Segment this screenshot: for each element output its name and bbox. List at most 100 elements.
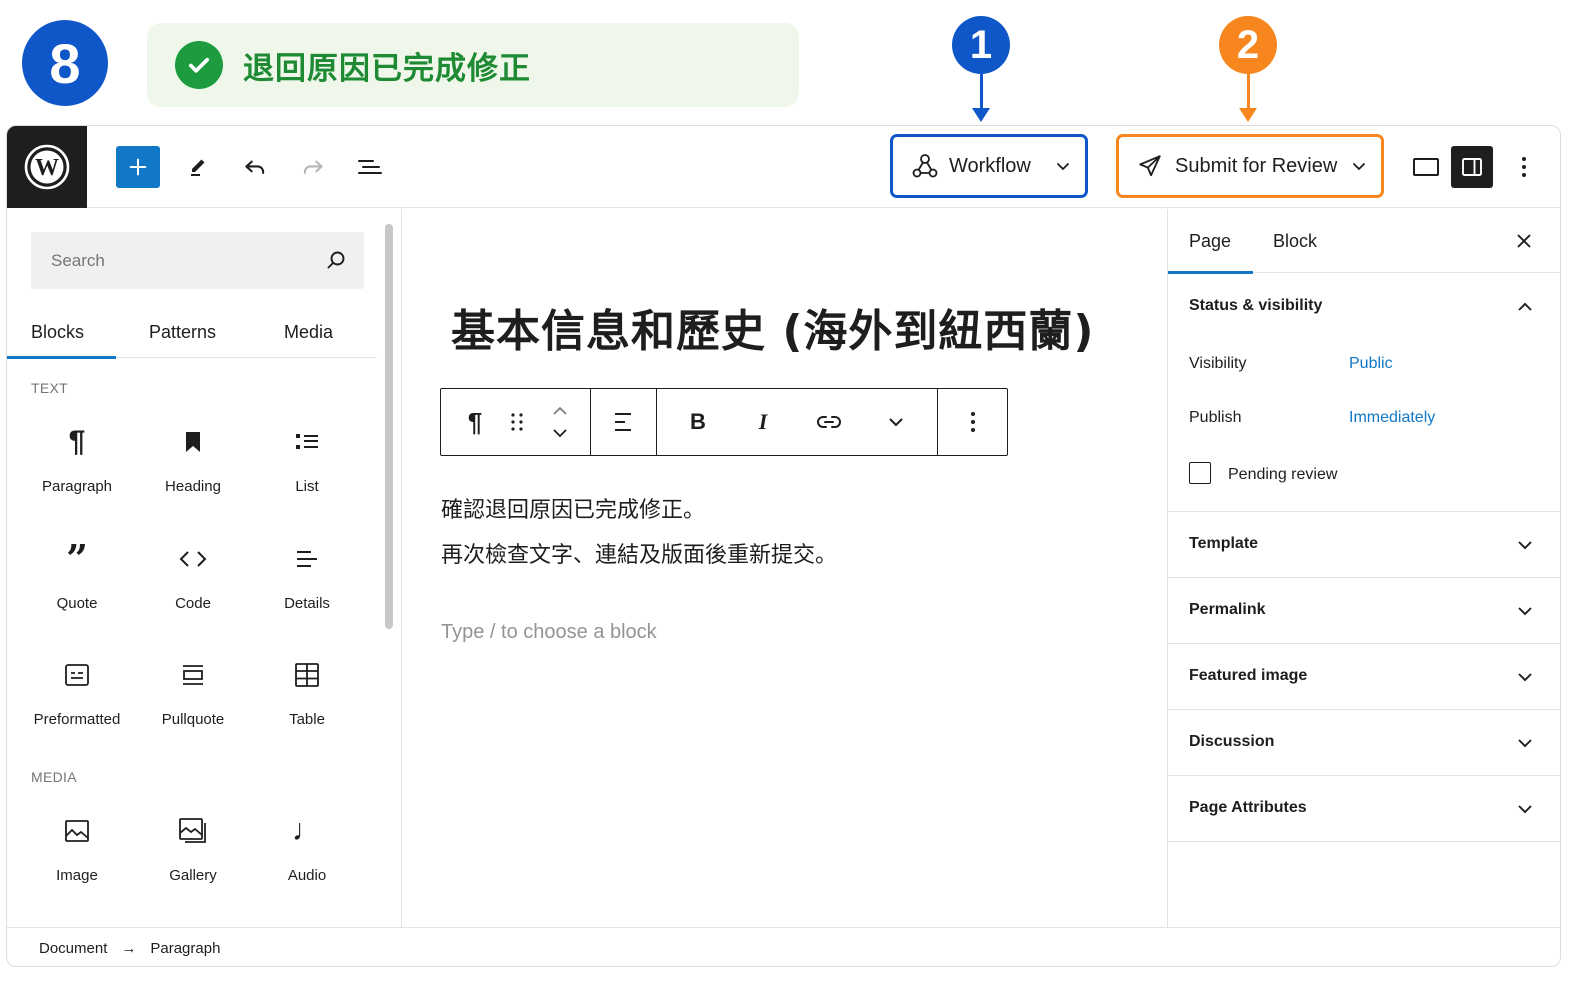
italic-label: I: [758, 409, 768, 434]
tab-block[interactable]: Block: [1273, 209, 1317, 273]
breadcrumb-document[interactable]: Document: [39, 940, 107, 957]
chevron-down-icon: [1351, 158, 1367, 174]
more-vertical-icon: [1522, 157, 1526, 177]
block-inserter-button[interactable]: [116, 146, 160, 188]
more-formatting-chevron-down-icon[interactable]: [876, 389, 916, 455]
undo-icon: [245, 160, 265, 174]
preview-button[interactable]: [1405, 146, 1447, 188]
chevron-up-icon[interactable]: [1516, 298, 1534, 316]
block-details[interactable]: Details: [249, 539, 365, 612]
discussion-title: Discussion: [1189, 733, 1275, 750]
breadcrumb-separator-arrow-icon: →: [121, 939, 137, 957]
block-table[interactable]: Table: [249, 655, 365, 728]
pullquote-icon: [135, 655, 251, 695]
discussion-panel[interactable]: Discussion: [1168, 710, 1560, 776]
featured-image-panel[interactable]: Featured image: [1168, 644, 1560, 710]
callout-2-number: 2: [1219, 16, 1277, 74]
desktop-view-icon: [1413, 158, 1439, 176]
search-icon: [327, 251, 345, 269]
paragraph-icon[interactable]: ¶: [455, 389, 495, 455]
block-label: Preformatted: [33, 711, 121, 728]
block-label: Gallery: [169, 867, 217, 884]
block-label: Quote: [56, 595, 98, 612]
block-appender-placeholder[interactable]: Type / to choose a block: [441, 621, 657, 644]
close-icon[interactable]: [1512, 229, 1536, 253]
status-visibility-title[interactable]: Status & visibility: [1189, 297, 1322, 315]
block-code[interactable]: Code: [135, 539, 251, 612]
block-list[interactable]: List: [249, 422, 365, 495]
wordpress-icon[interactable]: W: [7, 126, 87, 208]
paragraph-block-2[interactable]: 再次檢查文字、連結及版面後重新提交。: [441, 537, 837, 569]
pending-review-checkbox[interactable]: [1189, 462, 1211, 484]
block-gallery[interactable]: Gallery: [135, 811, 251, 884]
submit-for-review-button[interactable]: Submit for Review: [1116, 134, 1384, 198]
chevron-down-icon: [1516, 734, 1534, 752]
link-icon[interactable]: [809, 389, 849, 455]
list-view-icon: [358, 160, 382, 174]
notice-message: 退回原因已完成修正: [243, 50, 531, 87]
block-inserter-panel: Search Blocks Patterns Media TEXT ¶ Para…: [7, 209, 402, 927]
tab-blocks[interactable]: Blocks: [7, 306, 117, 359]
audio-icon: ♩: [292, 814, 322, 847]
block-label: Details: [284, 595, 330, 612]
svg-text:W: W: [35, 155, 59, 181]
block-audio[interactable]: ♩ Audio: [249, 811, 365, 884]
media-section-title: MEDIA: [31, 769, 77, 785]
publish-value-link[interactable]: Immediately: [1349, 409, 1435, 427]
workflow-dropdown-button[interactable]: Workflow: [890, 134, 1088, 198]
tab-patterns[interactable]: Patterns: [149, 306, 216, 358]
checkmark-icon: [175, 41, 223, 89]
settings-tabs: Page Block: [1167, 209, 1560, 274]
drag-handle-icon[interactable]: [497, 389, 537, 455]
block-preformatted[interactable]: Preformatted: [19, 655, 135, 728]
bold-button[interactable]: B: [678, 389, 718, 455]
inserter-search-input[interactable]: Search: [31, 232, 364, 289]
page-attributes-panel[interactable]: Page Attributes: [1168, 776, 1560, 842]
document-overview-button[interactable]: [348, 146, 392, 188]
bold-label: B: [690, 409, 706, 434]
block-label: Image: [56, 867, 98, 884]
breadcrumb: Document → Paragraph: [7, 927, 1560, 966]
permalink-panel[interactable]: Permalink: [1168, 578, 1560, 644]
block-quote[interactable]: ” Quote: [19, 539, 135, 613]
tab-page[interactable]: Page: [1167, 209, 1254, 274]
block-label: Heading: [165, 478, 221, 495]
template-panel[interactable]: Template: [1168, 512, 1560, 578]
pencil-icon: [191, 159, 205, 176]
block-label: Paragraph: [41, 478, 113, 495]
paragraph-block-1[interactable]: 確認退回原因已完成修正。: [441, 492, 705, 524]
italic-button[interactable]: I: [743, 389, 783, 455]
chevron-down-icon: [1055, 158, 1071, 174]
settings-sidebar-toggle[interactable]: [1451, 146, 1493, 188]
align-left-icon[interactable]: [604, 389, 644, 455]
inserter-scrollbar[interactable]: [385, 224, 393, 629]
table-icon: [249, 655, 365, 695]
code-icon: [135, 539, 251, 579]
tools-button[interactable]: [176, 146, 220, 188]
page-attributes-title: Page Attributes: [1189, 799, 1307, 816]
block-paragraph[interactable]: ¶ Paragraph: [19, 422, 135, 495]
block-label: Pullquote: [161, 711, 225, 728]
breadcrumb-paragraph[interactable]: Paragraph: [150, 940, 220, 957]
template-title: Template: [1189, 535, 1259, 552]
post-title[interactable]: 基本信息和歷史 (海外到紐西蘭): [451, 295, 1095, 359]
success-notice: 退回原因已完成修正: [147, 23, 799, 107]
tab-media[interactable]: Media: [284, 306, 333, 358]
block-label: Audio: [287, 867, 327, 884]
block-heading[interactable]: Heading: [135, 422, 251, 495]
move-up-down-icon[interactable]: [540, 389, 580, 455]
list-icon: [249, 422, 365, 462]
block-pullquote[interactable]: Pullquote: [135, 655, 251, 728]
block-options-more-vertical-icon[interactable]: [953, 389, 993, 455]
block-editor: W Workflow Submit for Review Search Bloc…: [6, 125, 1561, 967]
options-menu-button[interactable]: [1503, 146, 1545, 188]
visibility-value-link[interactable]: Public: [1349, 355, 1393, 373]
redo-button[interactable]: [291, 146, 335, 188]
block-label: Table: [289, 711, 325, 728]
chevron-down-icon: [1516, 668, 1534, 686]
block-image[interactable]: Image: [19, 811, 135, 884]
undo-button[interactable]: [233, 146, 277, 188]
callout-2-arrow-down-icon: [1239, 108, 1257, 122]
pending-review-label[interactable]: Pending review: [1228, 466, 1337, 484]
text-section-title: TEXT: [31, 380, 68, 396]
